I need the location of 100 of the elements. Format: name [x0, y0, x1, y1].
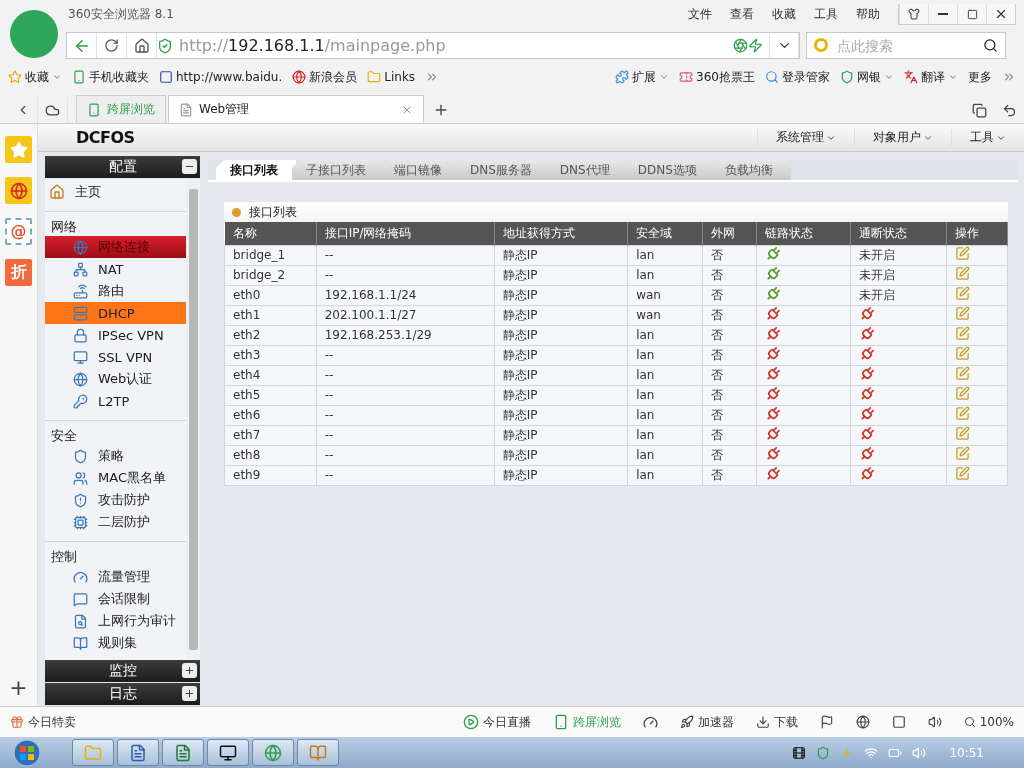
taskbar-button[interactable]	[207, 739, 249, 766]
user-avatar[interactable]	[10, 10, 58, 58]
add-icon[interactable]: +	[9, 675, 28, 700]
extension-link[interactable]: 扩展	[615, 68, 670, 86]
dropdown-button[interactable]	[769, 33, 799, 58]
edit-icon[interactable]	[954, 246, 970, 261]
menu-item[interactable]: 规则集	[45, 632, 186, 654]
menu-item[interactable]: 收藏	[772, 6, 796, 23]
plus-icon	[184, 665, 195, 676]
menu-icon	[73, 514, 88, 530]
shield-icon	[816, 745, 831, 760]
expand-button[interactable]	[182, 686, 197, 701]
collapse-button[interactable]	[182, 159, 197, 174]
menu-item[interactable]: 会话限制	[45, 588, 186, 610]
caret-icon	[884, 72, 894, 82]
group-title: 网络	[50, 218, 78, 236]
menu-item[interactable]: 帮助	[856, 6, 880, 23]
zoom-level[interactable]: 100%	[963, 715, 1014, 729]
search-icon[interactable]	[983, 38, 998, 53]
panel-header[interactable]: 监控	[45, 660, 200, 682]
menu-item[interactable]: 二层防护	[45, 511, 186, 533]
table-cell: eth2	[224, 325, 317, 345]
folder-icon	[84, 743, 102, 762]
edit-icon[interactable]	[954, 386, 970, 401]
search-field[interactable]: 点此搜索	[806, 32, 1006, 59]
bookmark-link[interactable]: 手机收藏夹	[72, 68, 149, 86]
flag-icon	[819, 715, 834, 729]
bookmark-link[interactable]: 收藏	[8, 68, 62, 86]
menu-icon	[73, 349, 88, 365]
status-link[interactable]: 下载	[755, 713, 798, 731]
menu-item[interactable]: 工具	[814, 6, 838, 23]
column-header: 安全域	[627, 222, 702, 245]
status-link[interactable]: 加速器	[679, 713, 734, 731]
puzzle-icon	[615, 70, 630, 84]
menu-item[interactable]: L2TP	[45, 390, 186, 412]
mail-icon[interactable]: @	[5, 218, 32, 245]
extension-link[interactable]: 360抢票王	[679, 68, 755, 86]
menu-item[interactable]: 主页	[45, 181, 186, 203]
edit-icon[interactable]	[954, 346, 970, 361]
edit-icon[interactable]	[954, 406, 970, 421]
menu-item[interactable]: IPSec VPN	[45, 324, 186, 346]
panel-header[interactable]: 配置	[45, 156, 200, 178]
address-bar[interactable]: http://192.168.1.1/mainpage.php	[66, 32, 800, 59]
panel-header[interactable]: 日志	[45, 683, 200, 705]
aperture-icon	[733, 38, 748, 53]
menu-item[interactable]: 策略	[45, 445, 186, 467]
start-button[interactable]	[10, 737, 44, 768]
menu-item[interactable]: 文件	[688, 6, 712, 23]
edit-icon[interactable]	[954, 446, 970, 461]
bookmark-link[interactable]: Links	[367, 70, 416, 84]
extension-link[interactable]: 登录管家	[765, 68, 830, 86]
table-cell: bridge_2	[224, 265, 317, 285]
browser-tab[interactable]: Web管理	[168, 95, 424, 123]
menu-item[interactable]: MAC黑名单	[45, 467, 186, 489]
edit-icon[interactable]	[954, 266, 970, 281]
reload-icon	[104, 38, 119, 53]
content-tab[interactable]: 接口列表	[216, 160, 296, 180]
edit-icon[interactable]	[954, 306, 970, 321]
menu-item[interactable]: DHCP	[45, 302, 186, 324]
top-menu-item[interactable]: 对象用户	[854, 129, 951, 146]
menu-icon	[73, 283, 88, 299]
menu-item[interactable]: 路由	[45, 280, 186, 302]
menu-item[interactable]: 上网行为审计	[45, 610, 186, 632]
status-link[interactable]: 今日特卖	[10, 713, 76, 731]
menu-item[interactable]: 攻击防护	[45, 489, 186, 511]
edit-icon[interactable]	[954, 326, 970, 341]
magnifier-icon	[765, 70, 779, 84]
table-cell: eth4	[224, 365, 317, 385]
table-cell: eth9	[224, 465, 317, 485]
menu-item[interactable]: NAT	[45, 258, 186, 280]
extension-link[interactable]: 翻译	[904, 68, 958, 86]
status-link[interactable]: 今日直播	[462, 713, 531, 731]
top-menu-item[interactable]: 工具	[951, 129, 1024, 146]
edit-icon[interactable]	[954, 366, 970, 381]
content-tab[interactable]: 子接口列表	[292, 160, 384, 180]
menu-item[interactable]: 流量管理	[45, 566, 186, 588]
menu-item[interactable]: SSL VPN	[45, 346, 186, 368]
bookmark-link[interactable]: http://www.baidu.	[159, 70, 283, 84]
plus-icon	[840, 745, 855, 760]
extension-link[interactable]: 网银	[840, 68, 894, 86]
bookmark-link[interactable]: 新浪会员	[292, 68, 358, 86]
plus-icon	[184, 688, 195, 699]
column-header: 接口IP/网络掩码	[316, 222, 495, 245]
edit-icon[interactable]	[954, 286, 970, 301]
lightning-icon	[748, 38, 763, 53]
table-cell: eth8	[224, 445, 317, 465]
column-header: 外网	[702, 222, 757, 245]
spreadsheet-icon	[174, 743, 192, 762]
ticket-icon	[679, 70, 694, 84]
menu-item[interactable]: 查看	[730, 6, 754, 23]
expand-button[interactable]	[182, 663, 197, 678]
table-cell: bridge_1	[224, 245, 317, 265]
edit-icon[interactable]	[954, 426, 970, 441]
menu-icon	[73, 261, 88, 277]
menu-item[interactable]: Web认证	[45, 368, 186, 390]
extension-link[interactable]: 更多	[968, 68, 992, 86]
table-cell: eth6	[224, 405, 317, 425]
edit-icon[interactable]	[954, 466, 970, 481]
search-engine-icon[interactable]	[814, 38, 828, 52]
top-menu-item[interactable]: 系统管理	[757, 129, 854, 146]
